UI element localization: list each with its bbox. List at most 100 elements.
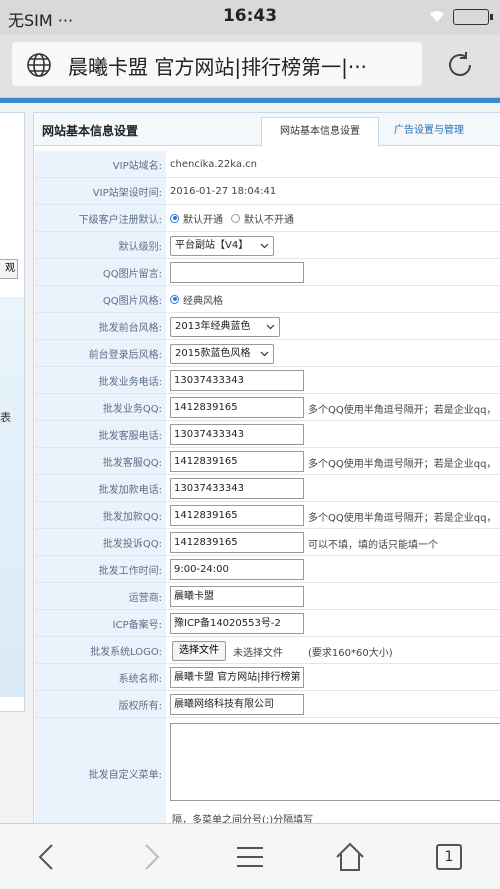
- operator-input[interactable]: 晨曦卡盟: [170, 586, 304, 607]
- row-biz-phone: 批发业务电话: 13037433343: [35, 367, 500, 394]
- icp-input[interactable]: 豫ICP备14020553号-2: [170, 613, 304, 634]
- qq-image-style-options: 经典风格: [170, 286, 223, 312]
- forward-icon[interactable]: [134, 841, 166, 873]
- row-qq-image-msg: QQ图片留言:: [35, 259, 500, 286]
- system-name-input[interactable]: 晨曦卡盟 官方网站|排行榜第: [170, 667, 304, 688]
- cs-qq-input[interactable]: 1412839165: [170, 451, 304, 472]
- row-cs-phone: 批发客服电话: 13037433343: [35, 421, 500, 448]
- web-page: 观 表 网站基本信息设置 网站基本信息设置 广告设置与管理 VIP站域名: ch…: [0, 98, 500, 823]
- field-label: 批发客服QQ:: [35, 448, 166, 474]
- row-system-name: 系统名称: 晨曦卡盟 官方网站|排行榜第: [35, 664, 500, 691]
- field-label: 批发业务电话:: [35, 367, 166, 393]
- file-status: 未选择文件: [233, 648, 283, 659]
- chevron-down-icon: [260, 351, 269, 357]
- field-label: 批发投诉QQ:: [35, 529, 166, 555]
- field-label: 默认级别:: [35, 232, 166, 258]
- row-biz-qq: 批发业务QQ: 1412839165 多个QQ使用半角逗号隔开；若是企业qq，: [35, 394, 500, 421]
- left-sidebar: 观 表: [0, 112, 25, 712]
- work-time-input[interactable]: 9:00-24:00: [170, 559, 304, 580]
- row-work-time: 批发工作时间: 9:00-24:00: [35, 556, 500, 583]
- default-level-select[interactable]: 平台副站【V4】: [170, 236, 274, 256]
- row-add-qq: 批发加款QQ: 1412839165 多个QQ使用半角逗号隔开；若是企业qq，: [35, 502, 500, 529]
- complaint-hint: 可以不填，填的话只能填一个: [308, 540, 438, 551]
- battery-icon: [453, 9, 493, 25]
- radio-label: 默认开通: [183, 214, 223, 226]
- qq-hint: 多个QQ使用半角逗号隔开；若是企业qq，: [308, 513, 497, 524]
- tab-basic-info[interactable]: 网站基本信息设置: [261, 117, 379, 147]
- field-label: 运营商:: [35, 583, 166, 609]
- field-label: 系统名称:: [35, 664, 166, 690]
- row-add-phone: 批发加款电话: 13037433343: [35, 475, 500, 502]
- field-label: 批发加款QQ:: [35, 502, 166, 528]
- settings-panel: 网站基本信息设置 网站基本信息设置 广告设置与管理 VIP站域名: chenci…: [33, 112, 500, 823]
- sidebar-nav[interactable]: [0, 297, 24, 697]
- back-icon[interactable]: [32, 841, 64, 873]
- front-style-select[interactable]: 2013年经典蓝色: [170, 317, 280, 337]
- field-label: ICP备案号:: [35, 610, 166, 636]
- home-icon[interactable]: [334, 841, 366, 873]
- radio-default-closed[interactable]: [231, 213, 240, 223]
- biz-phone-input[interactable]: 13037433343: [170, 370, 304, 391]
- field-label: 批发业务QQ:: [35, 394, 166, 420]
- browser-address-bar: 晨曦卡盟 官方网站|排行榜第一|···: [0, 34, 500, 98]
- row-operator: 运营商: 晨曦卡盟: [35, 583, 500, 610]
- globe-icon: [27, 53, 51, 77]
- qq-image-msg-input[interactable]: [170, 262, 304, 283]
- wifi-icon: [430, 11, 444, 22]
- field-label: 版权所有:: [35, 691, 166, 717]
- radio-label: 默认不开通: [244, 214, 294, 226]
- login-style-select[interactable]: 2015款蓝色风格: [170, 344, 274, 364]
- register-default-options: 默认开通 默认不开通: [170, 205, 294, 231]
- field-label: 前台登录后风格:: [35, 340, 166, 366]
- url-field[interactable]: 晨曦卡盟 官方网站|排行榜第一|···: [12, 42, 422, 86]
- field-label: QQ图片风格:: [35, 286, 166, 312]
- radio-default-open[interactable]: [170, 213, 179, 223]
- choose-file-button[interactable]: 选择文件: [172, 641, 226, 661]
- field-label: 下级客户注册默认:: [35, 205, 166, 231]
- logo-size-hint: (要求160*60大小): [308, 648, 393, 659]
- sidebar-nav-text: 表: [0, 411, 11, 424]
- field-label: 批发前台风格:: [35, 313, 166, 339]
- row-default-level: 默认级别: 平台副站【V4】: [35, 232, 500, 259]
- field-label: 批发系统LOGO:: [35, 637, 166, 663]
- biz-qq-input[interactable]: 1412839165: [170, 397, 304, 418]
- field-label: 批发加款电话:: [35, 475, 166, 501]
- reload-icon[interactable]: [444, 49, 476, 81]
- field-label: VIP站架设时间:: [35, 178, 166, 204]
- copyright-input[interactable]: 晨曦网络科技有限公司: [170, 694, 304, 715]
- tab-ads[interactable]: 广告设置与管理: [394, 121, 464, 136]
- chevron-down-icon: [266, 324, 275, 330]
- field-label: 批发客服电话:: [35, 421, 166, 447]
- complaint-qq-input[interactable]: 1412839165: [170, 532, 304, 553]
- row-icp: ICP备案号: 豫ICP备14020553号-2: [35, 610, 500, 637]
- row-custom-menu: 批发自定义菜单: 隔，多菜单之间分号(;)分隔填写: [35, 718, 500, 823]
- panel-header: 网站基本信息设置 网站基本信息设置 广告设置与管理: [34, 113, 500, 147]
- field-label: QQ图片留言:: [35, 259, 166, 285]
- row-qq-image-style: QQ图片风格: 经典风格: [35, 286, 500, 313]
- clock: 16:43: [222, 6, 278, 26]
- field-label: 批发自定义菜单:: [35, 718, 166, 823]
- row-copyright: 版权所有: 晨曦网络科技有限公司: [35, 691, 500, 718]
- browser-toolbar: 1: [0, 823, 500, 889]
- qq-hint: 多个QQ使用半角逗号隔开；若是企业qq，: [308, 405, 497, 416]
- panel-title: 网站基本信息设置: [42, 124, 139, 138]
- chevron-down-icon: [260, 243, 269, 249]
- field-label: 批发工作时间:: [35, 556, 166, 582]
- custom-menu-textarea[interactable]: [170, 723, 500, 801]
- add-phone-input[interactable]: 13037433343: [170, 478, 304, 499]
- row-register-default: 下级客户注册默认: 默认开通 默认不开通: [35, 205, 500, 232]
- add-qq-input[interactable]: 1412839165: [170, 505, 304, 526]
- cs-phone-input[interactable]: 13037433343: [170, 424, 304, 445]
- sidebar-button[interactable]: 观: [0, 259, 18, 279]
- radio-classic-style[interactable]: [170, 294, 179, 304]
- vip-domain-value: chencika.22ka.cn: [170, 158, 258, 170]
- menu-icon[interactable]: [234, 841, 266, 873]
- row-front-style: 批发前台风格: 2013年经典蓝色: [35, 313, 500, 340]
- vip-time-value: 2016-01-27 18:04:41: [170, 185, 277, 197]
- qq-hint: 多个QQ使用半角逗号隔开；若是企业qq，: [308, 459, 497, 470]
- row-login-style: 前台登录后风格: 2015款蓝色风格: [35, 340, 500, 367]
- row-complaint-qq: 批发投诉QQ: 1412839165 可以不填，填的话只能填一个: [35, 529, 500, 556]
- tabs-count-button[interactable]: 1: [436, 844, 462, 870]
- row-vip-domain: VIP站域名: chencika.22ka.cn: [35, 151, 500, 178]
- row-cs-qq: 批发客服QQ: 1412839165 多个QQ使用半角逗号隔开；若是企业qq，: [35, 448, 500, 475]
